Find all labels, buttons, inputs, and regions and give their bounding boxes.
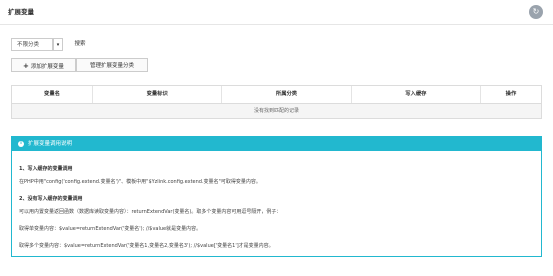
column-header[interactable]: 变量标识 [93,86,223,103]
info-text: 在PHP中用"config('config.extend.变量名')"、模板中用… [19,179,261,185]
column-header[interactable]: 写入缓存 [352,86,481,103]
column-header[interactable]: 所属分类 [222,86,352,103]
plus-icon: + [23,62,29,70]
manage-categories-button[interactable]: 管理扩展变量分类 [76,58,148,72]
add-variable-label: 添加扩展变量 [30,64,64,70]
search-button[interactable]: 搜索 [66,38,94,51]
chevron-down-icon[interactable]: ▾ [53,38,63,51]
panel-header: i 扩展变量调用说明 [12,137,541,151]
section-heading: 1、写入缓存的变量调用 [19,166,73,172]
empty-table-message: 没有找到匹配的记录 [12,104,541,118]
column-header: 操作 [505,91,517,97]
add-variable-button[interactable]: + 添加扩展变量 [11,58,76,72]
section-heading: 2、没有写入缓存的变量调用 [19,196,83,202]
usage-info-panel: i 扩展变量调用说明 1、写入缓存的变量调用 在PHP中用"config('con… [11,136,542,257]
table-header: 变量名 变量标识 所属分类 写入缓存 操作 [12,86,541,104]
panel-title: 扩展变量调用说明 [28,141,73,147]
info-text: 取得单变量内容：$value=returnExtendVar('变量名'); /… [19,226,202,232]
refresh-icon: ↻ [532,7,540,16]
info-icon: i [18,140,24,147]
page-header: 扩展变量 ↻ [0,0,553,25]
refresh-button[interactable]: ↻ [529,5,543,19]
column-header[interactable]: 变量名 [12,86,93,103]
info-text: 取得多个变量内容：$value=returnExtendVar('变量名1,变量… [19,243,274,249]
page-title: 扩展变量 [8,8,34,16]
variables-table: 变量名 变量标识 所属分类 写入缓存 操作 没有找到匹配的记录 [11,85,542,119]
category-filter-select[interactable]: 不限分类 [11,38,53,51]
info-text: 可以用内置变量返回函数（数据库读取变量内容）：returnExtendVar(变… [19,209,282,215]
